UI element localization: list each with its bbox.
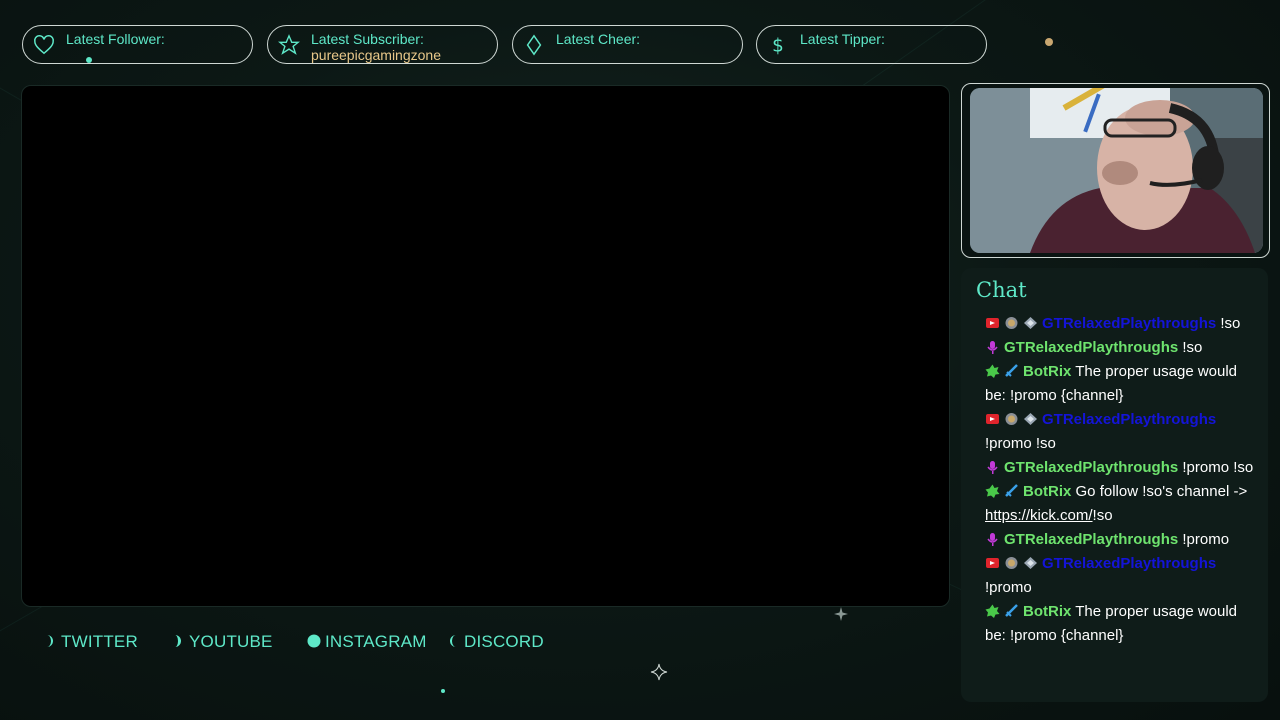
social-twitter[interactable]: TWITTER xyxy=(43,632,138,652)
sparkle-dot xyxy=(1045,38,1053,46)
chat-message: GTRelaxedPlaythroughs !promo !so xyxy=(985,408,1255,456)
badge-coin-icon xyxy=(1005,413,1018,425)
sword-icon xyxy=(1005,604,1018,617)
latest-subscriber-label: Latest Subscriber: xyxy=(311,31,424,47)
latest-cheer-widget: Latest Cheer: xyxy=(512,25,743,64)
social-discord-label: DISCORD xyxy=(464,632,544,651)
badge-gem-icon xyxy=(1024,413,1037,425)
badge-coin-icon xyxy=(1005,557,1018,569)
webcam-feed xyxy=(970,88,1263,253)
mic-icon xyxy=(987,341,998,354)
latest-tipper-widget: $ Latest Tipper: xyxy=(756,25,987,64)
broadcaster-icon xyxy=(986,414,999,424)
chat-username[interactable]: BotRix xyxy=(1023,603,1071,620)
moon-icon xyxy=(47,635,53,647)
chat-title: Chat xyxy=(976,278,1027,302)
social-twitter-label: TWITTER xyxy=(61,632,138,651)
mic-icon xyxy=(987,533,998,546)
chat-message-text: !promo xyxy=(985,579,1032,596)
svg-text:$: $ xyxy=(772,35,784,56)
dollar-icon: $ xyxy=(772,35,784,56)
social-instagram-label: INSTAGRAM xyxy=(325,632,427,651)
chat-message: GTRelaxedPlaythroughs !so xyxy=(985,312,1255,336)
latest-follower-widget: Latest Follower: xyxy=(22,25,253,64)
chat-message-text: !promo xyxy=(1182,531,1230,548)
chat-username[interactable]: BotRix xyxy=(1023,483,1071,500)
chat-message-text: !promo !so xyxy=(985,435,1056,452)
webcam-image xyxy=(970,88,1263,253)
chat-message: BotRix The proper usage would be: !promo… xyxy=(985,360,1255,408)
crescent-moon-icon xyxy=(450,635,456,647)
badge-gem-icon xyxy=(1024,317,1037,329)
broadcaster-icon xyxy=(986,318,999,328)
broadcaster-icon xyxy=(986,558,999,568)
mic-icon xyxy=(987,461,998,474)
sparkle-dot xyxy=(86,57,92,63)
social-discord[interactable]: DISCORD xyxy=(446,632,544,652)
chat-message: GTRelaxedPlaythroughs !promo xyxy=(985,552,1255,600)
chat-username[interactable]: GTRelaxedPlaythroughs xyxy=(1004,339,1178,356)
bot-badge-icon xyxy=(985,604,1000,618)
latest-tipper-label: Latest Tipper: xyxy=(800,31,885,47)
bot-badge-icon xyxy=(985,364,1000,378)
chat-panel: Chat GTRelaxedPlaythroughs !so GTRelaxedP… xyxy=(961,268,1268,702)
chat-message: GTRelaxedPlaythroughs !promo !so xyxy=(985,456,1255,480)
sword-icon xyxy=(1005,364,1018,377)
chat-username[interactable]: GTRelaxedPlaythroughs xyxy=(1042,555,1216,572)
full-moon-icon xyxy=(307,634,321,648)
chat-message-list[interactable]: GTRelaxedPlaythroughs !so GTRelaxedPlayth… xyxy=(985,312,1255,648)
chat-username[interactable]: GTRelaxedPlaythroughs xyxy=(1004,531,1178,548)
star-icon xyxy=(278,34,300,55)
chat-username[interactable]: GTRelaxedPlaythroughs xyxy=(1042,411,1216,428)
chat-message: BotRix The proper usage would be: !promo… xyxy=(985,600,1255,648)
chat-message-text: Go follow !so's channel -> xyxy=(1075,483,1248,500)
latest-subscriber-widget: Latest Subscriber: pureepicgamingzone xyxy=(267,25,498,64)
webcam-frame xyxy=(961,83,1270,258)
chat-message-text: !so xyxy=(1220,315,1241,332)
chat-username[interactable]: GTRelaxedPlaythroughs xyxy=(1042,315,1216,332)
chat-message: GTRelaxedPlaythroughs !promo xyxy=(985,528,1255,552)
latest-follower-label: Latest Follower: xyxy=(66,31,165,47)
chat-message: BotRix Go follow !so's channel -> https:… xyxy=(985,480,1255,528)
badge-coin-icon xyxy=(1005,317,1018,329)
chat-link[interactable]: https://kick.com/ xyxy=(985,507,1093,524)
chat-message-text: !promo !so xyxy=(1182,459,1254,476)
social-instagram[interactable]: INSTAGRAM xyxy=(307,632,427,652)
diamond-icon xyxy=(526,34,542,56)
sparkle-star-icon xyxy=(650,663,668,681)
heart-icon xyxy=(34,35,54,55)
chat-message-text: !so xyxy=(1182,339,1203,356)
chat-username[interactable]: BotRix xyxy=(1023,363,1071,380)
moon-icon xyxy=(175,635,181,647)
chat-username[interactable]: GTRelaxedPlaythroughs xyxy=(1004,459,1178,476)
badge-gem-icon xyxy=(1024,557,1037,569)
latest-subscriber-value: pureepicgamingzone xyxy=(311,47,441,63)
social-youtube-label: YOUTUBE xyxy=(189,632,273,651)
bot-badge-icon xyxy=(985,484,1000,498)
latest-cheer-label: Latest Cheer: xyxy=(556,31,641,47)
game-capture-area xyxy=(21,85,950,607)
social-youtube[interactable]: YOUTUBE xyxy=(171,632,273,652)
sparkle-star-icon xyxy=(834,607,848,621)
chat-message-text-suffix: !so xyxy=(1092,507,1113,524)
sword-icon xyxy=(1005,484,1018,497)
chat-message: GTRelaxedPlaythroughs !so xyxy=(985,336,1255,360)
sparkle-dot xyxy=(441,689,445,693)
